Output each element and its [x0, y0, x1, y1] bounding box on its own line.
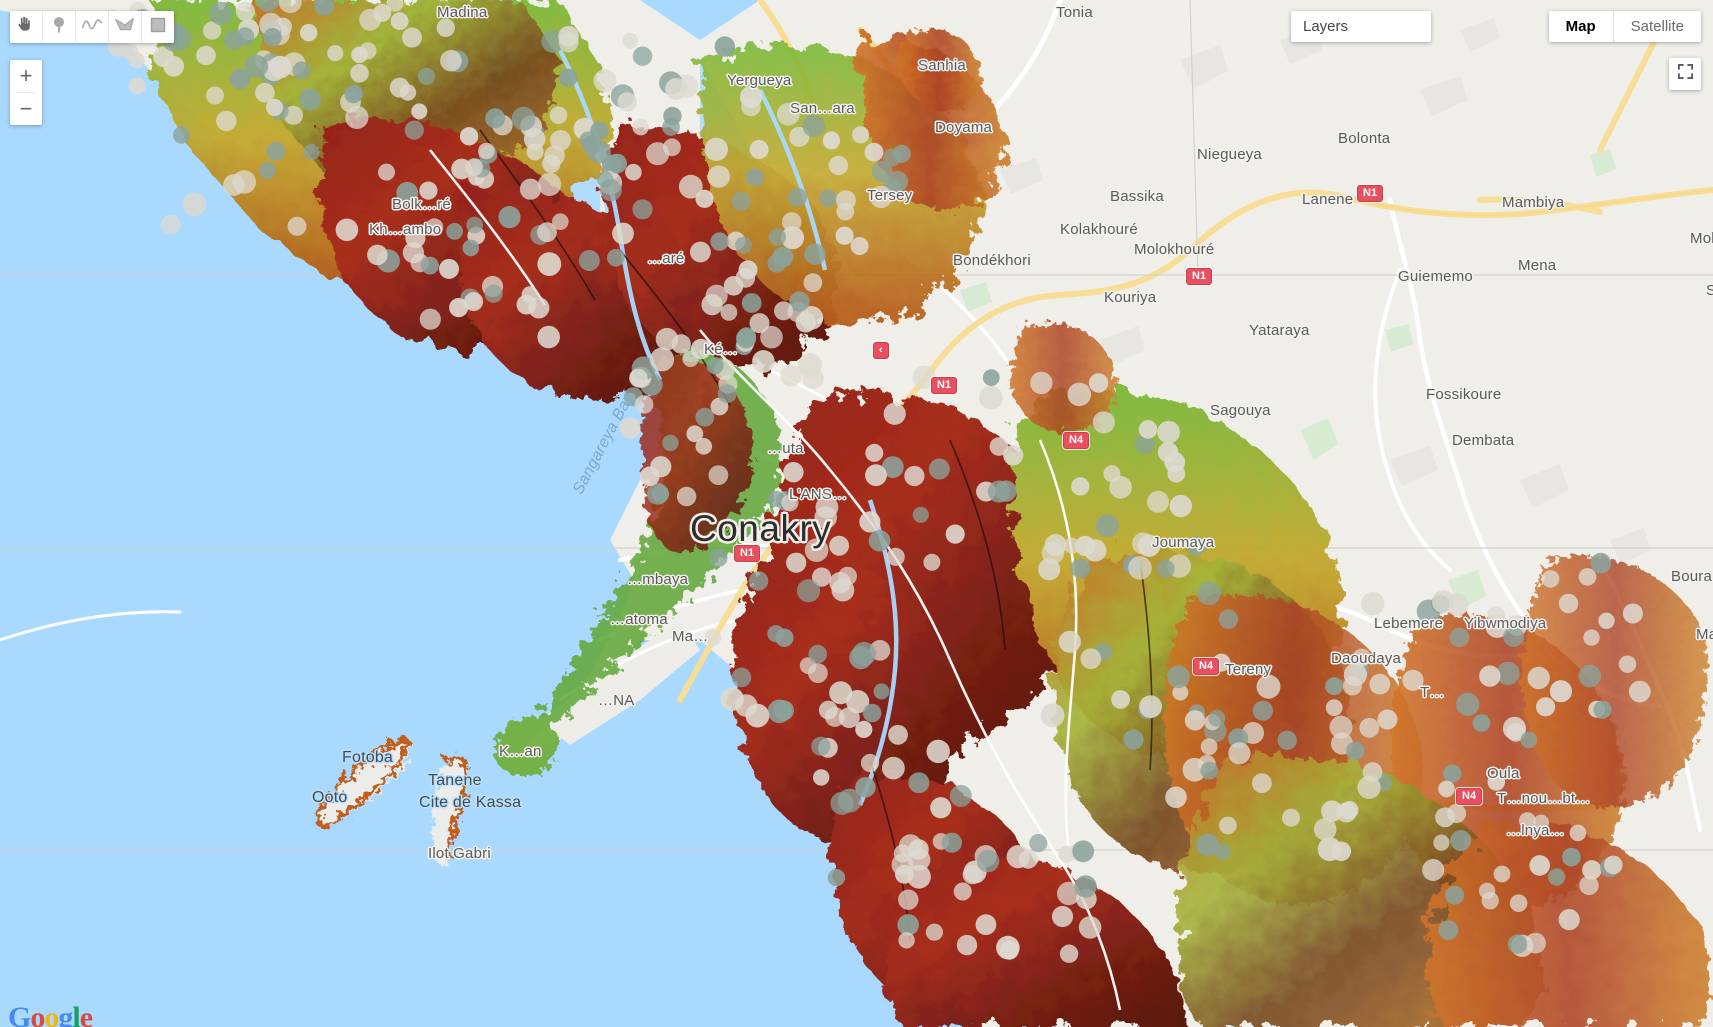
polyline-icon [81, 15, 103, 40]
zoom-control[interactable]: + − [10, 60, 42, 125]
map-canvas[interactable] [0, 0, 1713, 1027]
zoom-out-button[interactable]: − [10, 93, 42, 125]
map-type-map-button[interactable]: Map [1549, 11, 1613, 42]
hand-icon [16, 15, 36, 40]
marker-tool-button[interactable] [43, 11, 76, 43]
map-type-control[interactable]: Map Satellite [1548, 11, 1701, 42]
layers-button-label: Layers [1303, 18, 1349, 35]
map-type-satellite-button[interactable]: Satellite [1612, 11, 1701, 42]
polygon-tool-button[interactable] [109, 11, 142, 43]
drawing-tools-toolbar[interactable] [10, 11, 174, 43]
fullscreen-icon [1677, 63, 1694, 85]
layers-button[interactable]: Layers [1291, 11, 1431, 42]
rectangle-icon [148, 15, 168, 40]
polygon-icon [114, 15, 136, 40]
map-application[interactable]: Madina Sanhia Tonia Doyama Yergueya San…ara Te… [0, 0, 1713, 1027]
pan-tool-button[interactable] [10, 11, 43, 43]
zoom-in-button[interactable]: + [10, 60, 42, 92]
fullscreen-button[interactable] [1669, 58, 1701, 90]
marker-icon [49, 15, 69, 40]
rectangle-tool-button[interactable] [142, 11, 174, 43]
polyline-tool-button[interactable] [76, 11, 109, 43]
